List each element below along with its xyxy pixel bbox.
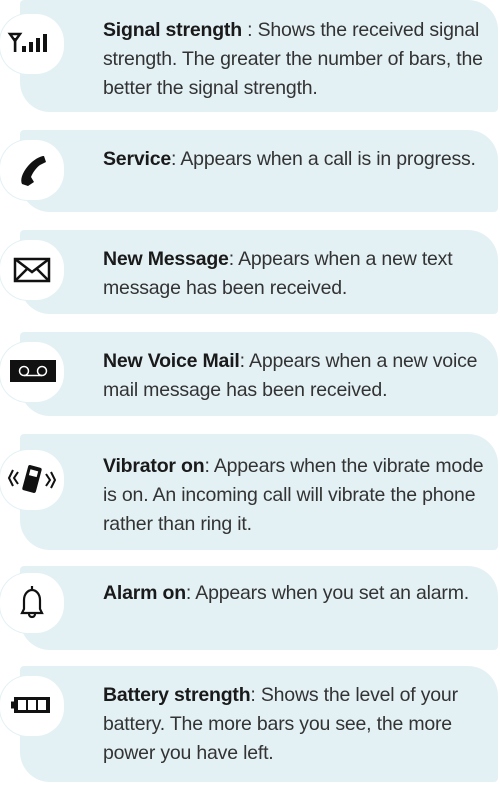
battery-icon: [0, 676, 64, 736]
entry-title: Signal strength: [103, 19, 242, 41]
entry-title: Alarm on: [103, 582, 186, 604]
entry-title: Vibrator on: [103, 455, 205, 477]
entry-title: Service: [103, 148, 171, 170]
entry-text: Service: Appears when a call is in progr…: [103, 148, 476, 170]
entry-title: Battery strength: [103, 684, 251, 706]
vibrate-icon: [0, 450, 64, 510]
entry-text: Signal strength : Shows the received sig…: [103, 19, 483, 99]
phone-handset-icon: [0, 140, 64, 200]
entry-text: Battery strength: Shows the level of you…: [103, 684, 458, 764]
signal-strength-icon: [0, 14, 64, 74]
entry-title: New Message: [103, 248, 229, 270]
entry-title: New Voice Mail: [103, 350, 240, 372]
entry-text: New Message: Appears when a new text mes…: [103, 248, 453, 299]
entry-text: Alarm on: Appears when you set an alarm.: [103, 582, 469, 604]
voicemail-icon: [0, 342, 64, 402]
entry-text: Vibrator on: Appears when the vibrate mo…: [103, 455, 484, 535]
entry-text: New Voice Mail: Appears when a new voice…: [103, 350, 478, 401]
envelope-icon: [0, 240, 64, 300]
entry-body: Appears when you set an alarm.: [195, 582, 469, 604]
entry-body: Appears when a call is in progress.: [180, 148, 476, 170]
alarm-bell-icon: [0, 573, 64, 633]
